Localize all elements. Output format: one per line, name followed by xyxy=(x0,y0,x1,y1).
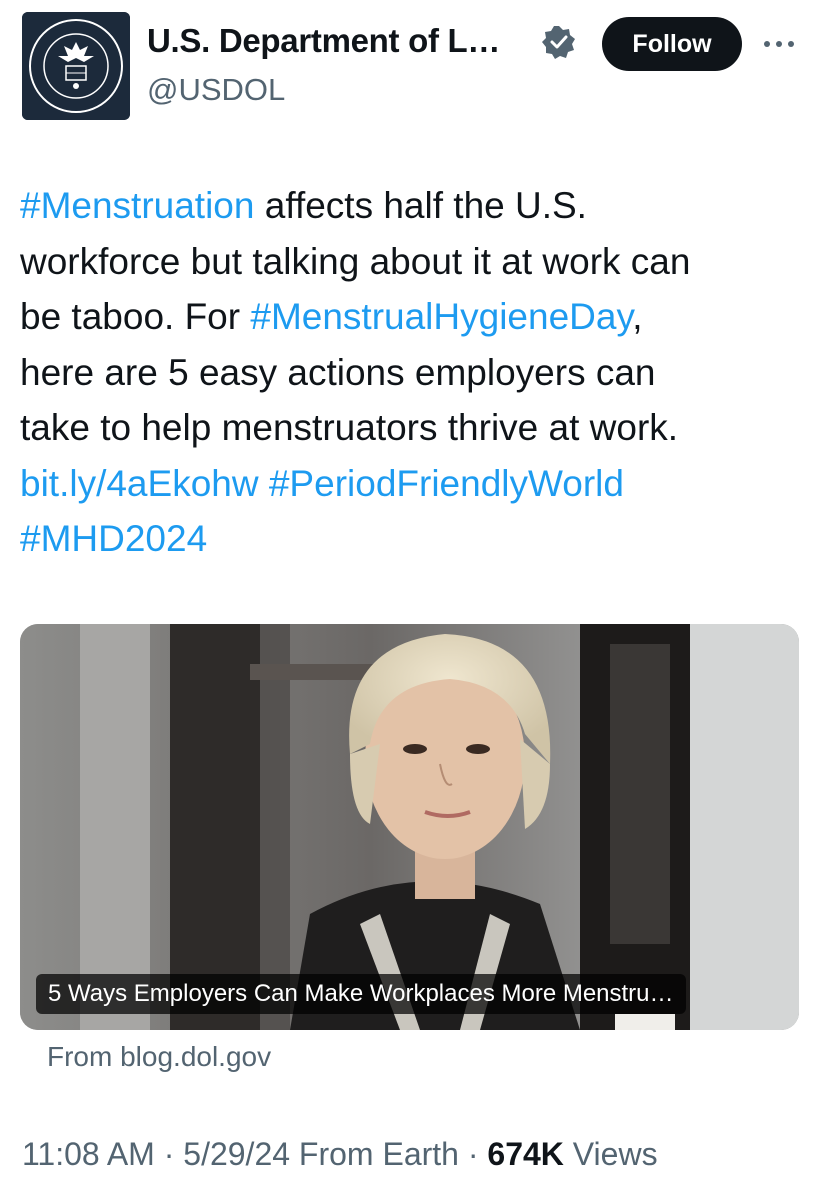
tweet-line: #Menstruation affects half the U.S. xyxy=(20,178,800,234)
views-count: 674K xyxy=(487,1136,564,1172)
tweet-line: take to help menstruators thrive at work… xyxy=(20,400,800,456)
account-avatar[interactable] xyxy=(22,12,130,120)
tweet-location: From Earth xyxy=(298,1136,459,1172)
tweet-text-segment: be taboo. For xyxy=(20,296,251,337)
url-link[interactable]: bit.ly/4aEkohw xyxy=(20,463,259,504)
tweet-meta: 11:08 AM · 5/29/24 From Earth · 674K Vie… xyxy=(22,1136,658,1173)
card-source[interactable]: From blog.dol.gov xyxy=(47,1041,271,1073)
views-label: Views xyxy=(572,1136,658,1172)
hashtag-link[interactable]: #Menstruation xyxy=(20,185,254,226)
card-photo xyxy=(20,624,799,1030)
meta-separator: · xyxy=(467,1136,488,1172)
follow-button[interactable]: Follow xyxy=(602,17,742,71)
tweet-text: #Menstruation affects half the U.S. work… xyxy=(20,178,800,567)
tweet-text-segment: affects half the U.S. xyxy=(254,185,587,226)
tweet-date[interactable]: 5/29/24 xyxy=(183,1136,290,1172)
tweet-time[interactable]: 11:08 AM xyxy=(22,1136,155,1172)
link-preview-card[interactable]: 5 Ways Employers Can Make Workplaces Mor… xyxy=(20,624,799,1030)
hashtag-link[interactable]: #MenstrualHygieneDay xyxy=(250,296,632,337)
tweet-text-segment: take to help menstruators thrive at work… xyxy=(20,407,679,448)
tweet-line: #MHD2024 xyxy=(20,511,800,567)
tweet-line: bit.ly/4aEkohw #PeriodFriendlyWorld xyxy=(20,456,800,512)
card-title: 5 Ways Employers Can Make Workplaces Mor… xyxy=(36,974,686,1014)
tweet-text-segment: , xyxy=(632,296,643,337)
tweet-line: be taboo. For #MenstrualHygieneDay, xyxy=(20,289,800,345)
more-options-icon[interactable] xyxy=(762,38,796,50)
tweet-text-segment xyxy=(259,463,269,504)
meta-separator: · xyxy=(163,1136,184,1172)
account-name[interactable]: U.S. Department of L… xyxy=(147,22,500,60)
tweet-line: here are 5 easy actions employers can xyxy=(20,345,800,401)
account-handle[interactable]: @USDOL xyxy=(147,72,285,108)
hashtag-link[interactable]: #PeriodFriendlyWorld xyxy=(269,463,624,504)
tweet-text-segment: workforce but talking about it at work c… xyxy=(20,240,691,282)
verified-badge-icon xyxy=(542,26,575,59)
hashtag-link[interactable]: #MHD2024 xyxy=(20,518,207,559)
dept-of-labor-seal-icon xyxy=(22,12,130,120)
tweet-text-segment: here are 5 easy actions employers can xyxy=(20,351,656,393)
tweet-line: workforce but talking about it at work c… xyxy=(20,234,800,290)
